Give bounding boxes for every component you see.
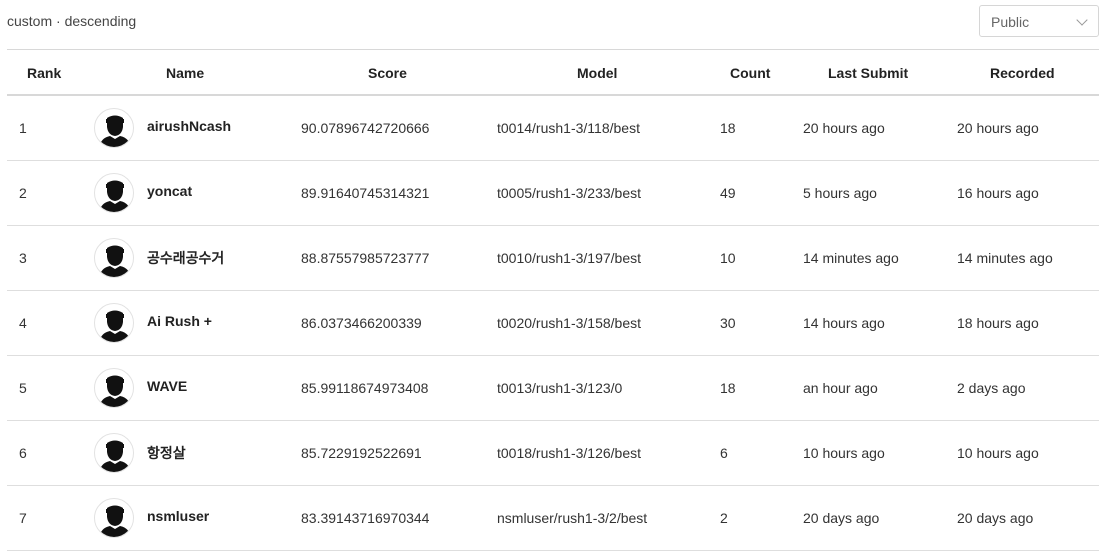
rank-cell: 6	[19, 445, 27, 461]
recorded-cell: 18 hours ago	[957, 315, 1039, 331]
count-cell: 18	[720, 380, 736, 396]
rank-cell: 3	[19, 250, 27, 266]
column-header-model[interactable]: Model	[577, 65, 617, 81]
chevron-down-icon	[1076, 14, 1088, 26]
last-submit-cell: 20 hours ago	[803, 120, 885, 136]
last-submit-cell: 14 minutes ago	[803, 250, 899, 266]
user-avatar-icon[interactable]	[94, 108, 134, 148]
model-cell: t0010/rush1-3/197/best	[497, 250, 641, 266]
sort-label: custom · descending	[7, 13, 137, 29]
count-cell: 6	[720, 445, 728, 461]
column-header-count[interactable]: Count	[730, 65, 770, 81]
score-cell: 90.07896742720666	[301, 120, 430, 136]
rank-cell: 5	[19, 380, 27, 396]
column-header-rank[interactable]: Rank	[27, 65, 61, 81]
recorded-cell: 10 hours ago	[957, 445, 1039, 461]
score-cell: 89.91640745314321	[301, 185, 430, 201]
score-cell: 88.87557985723777	[301, 250, 430, 266]
user-name[interactable]: 공수래공수거	[147, 248, 224, 268]
table-header: Rank Name Score Model Count Last Submit …	[7, 50, 1099, 96]
user-name[interactable]: yoncat	[147, 183, 192, 199]
user-name[interactable]: WAVE	[147, 378, 187, 394]
table-row[interactable]: 3 공수래공수거 88.87557985723777 t0010/rush1-3…	[7, 226, 1099, 291]
score-cell: 86.0373466200339	[301, 315, 422, 331]
table-row[interactable]: 1 airushNcash 90.07896742720666 t0014/ru…	[7, 96, 1099, 161]
last-submit-cell: 5 hours ago	[803, 185, 877, 201]
user-avatar-icon[interactable]	[94, 433, 134, 473]
user-avatar-icon[interactable]	[94, 303, 134, 343]
column-header-last-submit[interactable]: Last Submit	[828, 65, 908, 81]
model-cell: t0013/rush1-3/123/0	[497, 380, 623, 396]
user-avatar-icon[interactable]	[94, 498, 134, 538]
leaderboard-toolbar: custom · descending Public	[0, 0, 1116, 42]
user-name[interactable]: nsmluser	[147, 508, 209, 524]
recorded-cell: 16 hours ago	[957, 185, 1039, 201]
count-cell: 2	[720, 510, 728, 526]
visibility-select[interactable]: Public	[979, 5, 1099, 37]
column-header-recorded[interactable]: Recorded	[990, 65, 1055, 81]
table-row[interactable]: 2 yoncat 89.91640745314321 t0005/rush1-3…	[7, 161, 1099, 226]
user-avatar-icon[interactable]	[94, 173, 134, 213]
user-avatar-icon[interactable]	[94, 368, 134, 408]
last-submit-cell: 10 hours ago	[803, 445, 885, 461]
count-cell: 10	[720, 250, 736, 266]
table-row[interactable]: 5 WAVE 85.99118674973408 t0013/rush1-3/1…	[7, 356, 1099, 421]
table-body: 1 airushNcash 90.07896742720666 t0014/ru…	[7, 96, 1099, 551]
visibility-select-value: Public	[991, 14, 1030, 30]
rank-cell: 4	[19, 315, 27, 331]
user-name[interactable]: Ai Rush +	[147, 313, 212, 329]
rank-cell: 7	[19, 510, 27, 526]
recorded-cell: 20 days ago	[957, 510, 1034, 526]
rank-cell: 2	[19, 185, 27, 201]
score-cell: 85.99118674973408	[301, 380, 429, 396]
last-submit-cell: 14 hours ago	[803, 315, 885, 331]
table-row[interactable]: 6 항정살 85.7229192522691 t0018/rush1-3/126…	[7, 421, 1099, 486]
recorded-cell: 14 minutes ago	[957, 250, 1053, 266]
leaderboard-table: Rank Name Score Model Count Last Submit …	[7, 49, 1099, 551]
recorded-cell: 2 days ago	[957, 380, 1026, 396]
score-cell: 85.7229192522691	[301, 445, 422, 461]
last-submit-cell: 20 days ago	[803, 510, 880, 526]
column-header-name[interactable]: Name	[166, 65, 204, 81]
model-cell: nsmluser/rush1-3/2/best	[497, 510, 648, 526]
rank-cell: 1	[19, 120, 27, 136]
column-header-score[interactable]: Score	[368, 65, 407, 81]
table-row[interactable]: 7 nsmluser 83.39143716970344 nsmluser/ru…	[7, 486, 1099, 551]
recorded-cell: 20 hours ago	[957, 120, 1039, 136]
score-cell: 83.39143716970344	[301, 510, 430, 526]
table-row[interactable]: 4 Ai Rush + 86.0373466200339 t0020/rush1…	[7, 291, 1099, 356]
last-submit-cell: an hour ago	[803, 380, 878, 396]
user-name[interactable]: 항정살	[147, 443, 186, 463]
model-cell: t0005/rush1-3/233/best	[497, 185, 641, 201]
user-name[interactable]: airushNcash	[147, 118, 231, 134]
model-cell: t0018/rush1-3/126/best	[497, 445, 641, 461]
user-avatar-icon[interactable]	[94, 238, 134, 278]
count-cell: 18	[720, 120, 736, 136]
count-cell: 30	[720, 315, 736, 331]
model-cell: t0020/rush1-3/158/best	[497, 315, 641, 331]
model-cell: t0014/rush1-3/118/best	[497, 120, 640, 136]
count-cell: 49	[720, 185, 736, 201]
